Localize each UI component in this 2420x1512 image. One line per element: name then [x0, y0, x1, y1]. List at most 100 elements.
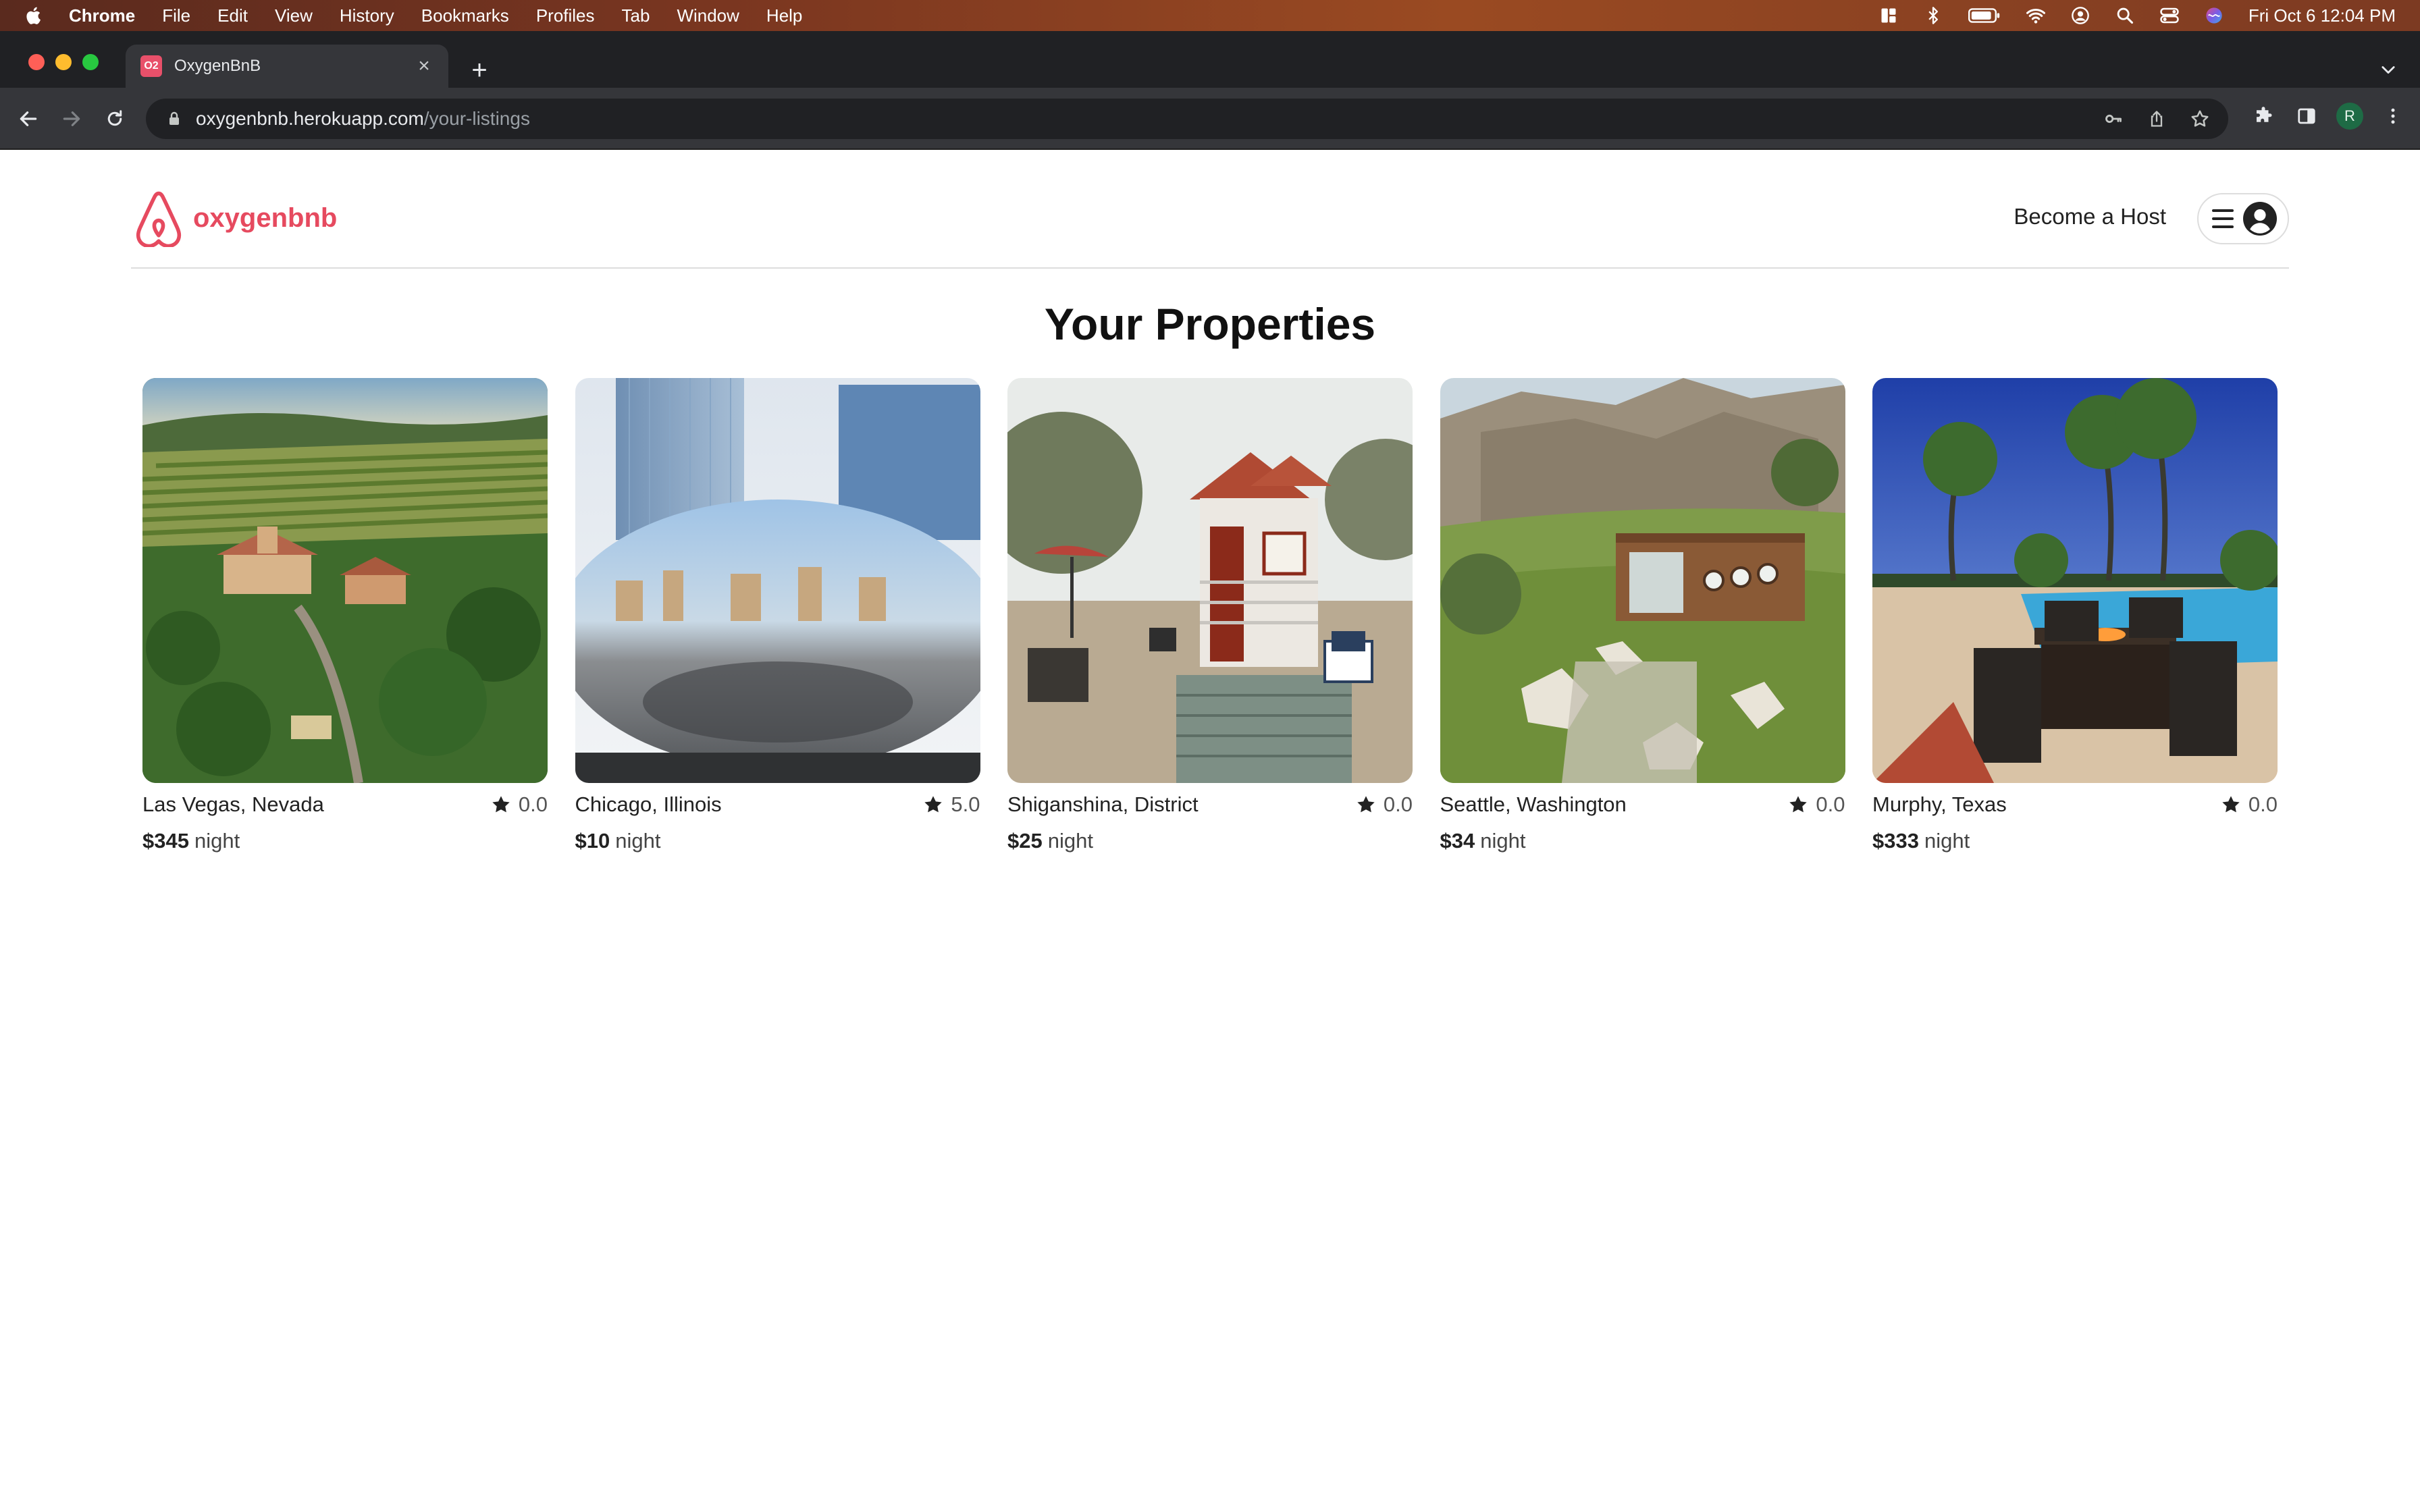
spotlight-search-icon[interactable] — [2115, 5, 2135, 26]
listing-photo[interactable] — [1440, 378, 1845, 783]
tab-close-icon[interactable]: × — [413, 55, 435, 77]
rating-value: 0.0 — [1816, 792, 1845, 816]
listing-rating: 0.0 — [490, 792, 548, 817]
become-a-host-link[interactable]: Become a Host — [2014, 204, 2166, 230]
star-icon — [492, 796, 510, 813]
lock-icon[interactable] — [165, 109, 184, 128]
tab-title: OxygenBnB — [174, 57, 261, 75]
bookmark-star-icon[interactable] — [2189, 108, 2211, 130]
tab-search-chevron-icon[interactable] — [2377, 58, 2400, 81]
listing-rating: 0.0 — [2220, 792, 2278, 817]
price-unit: night — [1480, 829, 1526, 853]
listing-location: Murphy, Texas — [1872, 792, 2007, 816]
side-panel-icon[interactable] — [2293, 103, 2320, 130]
listing-location: Shiganshina, District — [1007, 792, 1199, 816]
user-menu-button[interactable] — [2197, 193, 2289, 244]
window-manager-icon[interactable] — [1878, 5, 1899, 26]
listing-location: Seattle, Washington — [1440, 792, 1627, 816]
hamburger-menu-icon — [2212, 209, 2234, 228]
menubar-tray: Fri Oct 6 12:04 PM — [1854, 0, 2396, 31]
rating-value: 0.0 — [1383, 792, 1413, 816]
hillside-cabin-image — [1440, 378, 1845, 783]
price-unit: night — [615, 829, 661, 853]
site-header: oxygenbnb Become a Host — [131, 150, 2289, 269]
listing-card[interactable]: Shiganshina, District 0.0 $25 night — [1007, 378, 1413, 853]
share-icon[interactable] — [2146, 108, 2167, 130]
close-window-button[interactable] — [28, 54, 45, 70]
listing-card[interactable]: Chicago, Illinois 5.0 $10 night — [575, 378, 980, 853]
new-tab-button[interactable]: + — [466, 57, 493, 84]
address-bar-actions — [2081, 99, 2211, 139]
address-bar[interactable]: oxygenbnb.herokuapp.com/your-listings — [146, 99, 2228, 139]
listing-price: $34 — [1440, 829, 1475, 853]
menu-view[interactable]: View — [275, 5, 313, 26]
price-unit: night — [1924, 829, 1970, 853]
listing-header-row: Las Vegas, Nevada 0.0 — [142, 792, 548, 817]
siri-icon[interactable] — [2204, 5, 2224, 26]
menu-bookmarks[interactable]: Bookmarks — [421, 5, 509, 26]
listing-price-row: $333 night — [1872, 829, 2278, 853]
star-icon — [2222, 796, 2240, 813]
chrome-menu-kebab-icon[interactable] — [2379, 103, 2406, 130]
price-unit: night — [194, 829, 240, 853]
brand-name: oxygenbnb — [193, 202, 338, 233]
apple-logo-icon[interactable] — [24, 4, 47, 27]
listing-card[interactable]: Las Vegas, Nevada 0.0 $345 night — [142, 378, 548, 853]
listing-rating: 0.0 — [1355, 792, 1413, 817]
site-logo-link[interactable]: oxygenbnb — [131, 189, 337, 247]
zoom-window-button[interactable] — [82, 54, 99, 70]
browser-tab-oxygenbnb[interactable]: O2 OxygenBnB × — [126, 45, 448, 88]
user-account-icon[interactable] — [2070, 5, 2090, 26]
profile-initial: R — [2336, 103, 2363, 130]
menu-window[interactable]: Window — [677, 5, 739, 26]
menu-app-name[interactable]: Chrome — [69, 5, 135, 26]
extensions-puzzle-icon[interactable] — [2250, 103, 2277, 130]
wifi-icon[interactable] — [2026, 5, 2046, 26]
menu-tab[interactable]: Tab — [622, 5, 650, 26]
url-text[interactable]: oxygenbnb.herokuapp.com/your-listings — [196, 108, 530, 130]
listing-location: Las Vegas, Nevada — [142, 792, 324, 816]
listing-card[interactable]: Murphy, Texas 0.0 $333 night — [1872, 378, 2278, 853]
control-center-icon[interactable] — [2159, 5, 2180, 26]
menu-history[interactable]: History — [340, 5, 394, 26]
listing-price-row: $34 night — [1440, 829, 1845, 853]
menubar-clock[interactable]: Fri Oct 6 12:04 PM — [2248, 5, 2396, 26]
listing-card[interactable]: Seattle, Washington 0.0 $34 night — [1440, 378, 1845, 853]
listings-grid: Las Vegas, Nevada 0.0 $345 night Chicago… — [142, 378, 2278, 853]
listing-price-row: $25 night — [1007, 829, 1413, 853]
menu-help[interactable]: Help — [766, 5, 802, 26]
minimize-window-button[interactable] — [55, 54, 72, 70]
listing-photo[interactable] — [1007, 378, 1413, 783]
listing-photo[interactable] — [1872, 378, 2278, 783]
tiny-house-image — [1007, 378, 1413, 783]
menu-edit[interactable]: Edit — [217, 5, 248, 26]
listing-rating: 0.0 — [1787, 792, 1845, 817]
battery-icon[interactable] — [1968, 5, 2001, 26]
listing-photo[interactable] — [575, 378, 980, 783]
reload-icon[interactable] — [100, 104, 130, 134]
star-icon — [1357, 796, 1375, 813]
listing-price: $10 — [575, 829, 610, 853]
listing-location: Chicago, Illinois — [575, 792, 722, 816]
oxygenbnb-logo-icon — [136, 191, 182, 247]
poolside-patio-image — [1872, 378, 2278, 783]
profile-avatar-button[interactable]: R — [2336, 103, 2363, 130]
listing-price: $345 — [142, 829, 189, 853]
back-arrow-icon[interactable] — [14, 104, 43, 134]
forward-arrow-icon[interactable] — [57, 104, 86, 134]
rating-value: 0.0 — [2248, 792, 2278, 816]
menu-file[interactable]: File — [162, 5, 190, 26]
listing-photo[interactable] — [142, 378, 548, 783]
site-favicon-icon: O2 — [140, 55, 162, 77]
password-key-icon[interactable] — [2103, 108, 2124, 130]
bluetooth-icon[interactable] — [1923, 5, 1943, 26]
price-unit: night — [1047, 829, 1093, 853]
browser-toolbar: oxygenbnb.herokuapp.com/your-listings R — [0, 88, 2420, 150]
listing-price-row: $345 night — [142, 829, 548, 853]
menu-profiles[interactable]: Profiles — [536, 5, 595, 26]
user-avatar-icon — [2243, 202, 2277, 236]
star-icon — [924, 796, 943, 813]
window-controls — [28, 54, 109, 70]
url-host: oxygenbnb.herokuapp.com — [196, 108, 424, 129]
url-path: /your-listings — [423, 108, 530, 129]
